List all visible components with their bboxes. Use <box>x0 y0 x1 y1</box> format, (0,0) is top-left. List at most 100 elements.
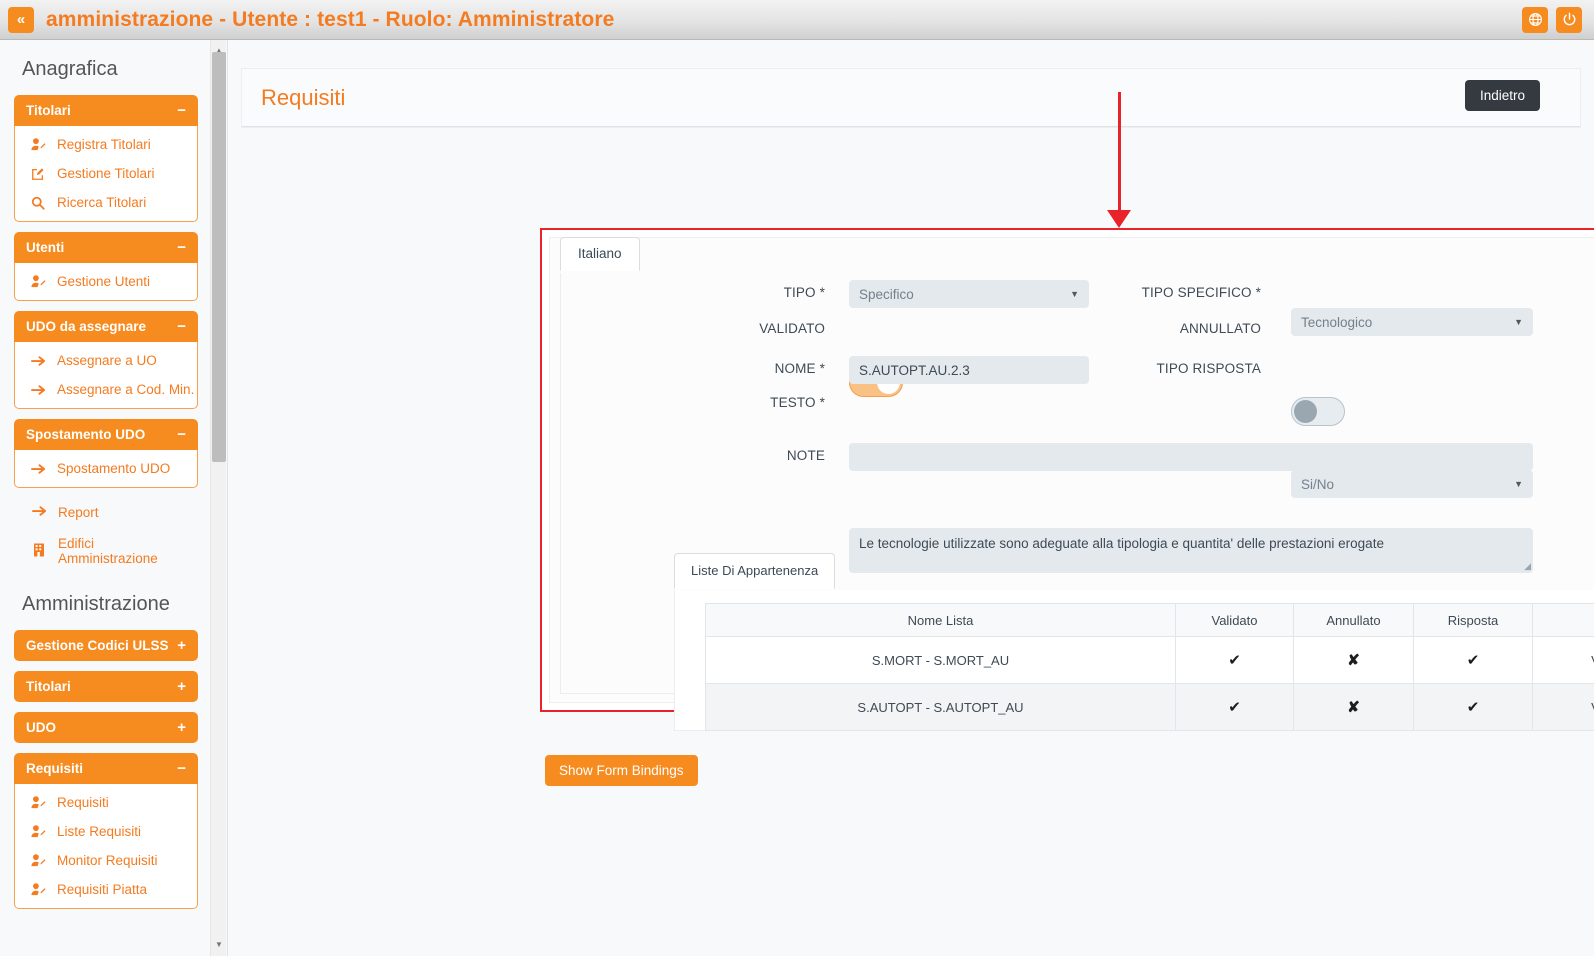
cell-risposta-check-icon: ✔ <box>1413 683 1533 731</box>
sidebar-group-header-titolari-admin[interactable]: Titolari + <box>14 671 198 702</box>
label-nome: NOME * <box>774 361 825 376</box>
sidebar-group-header-requisiti[interactable]: Requisiti − <box>14 753 198 784</box>
tipo-risposta-select[interactable]: Si/No ▼ <box>1291 470 1533 498</box>
sidebar-item-label: Requisiti Piatta <box>57 882 148 897</box>
label-note: NOTE <box>786 448 825 463</box>
sidebar-group-header-udo[interactable]: UDO + <box>14 712 198 743</box>
sidebar-item-assegnare-a-uo[interactable]: Assegnare a UO <box>15 346 197 375</box>
nome-input[interactable]: S.AUTOPT.AU.2.3 <box>849 356 1089 384</box>
sidebar-item-label: Edifici Amministrazione <box>58 536 158 566</box>
label-validato: VALIDATO <box>759 321 825 336</box>
label-testo: TESTO * <box>770 395 825 410</box>
column-header-validato: Validato <box>1175 603 1294 637</box>
plus-icon: + <box>177 719 186 736</box>
sidebar-item-gestione-utenti[interactable]: Gestione Utenti <box>15 267 197 296</box>
sidebar-group-body-requisiti: Requisiti Liste Requisiti Monitor Requis… <box>14 784 198 909</box>
sidebar-group-header-udo-da-assegnare[interactable]: UDO da assegnare − <box>14 311 198 342</box>
liste-di-appartenenza-section: Liste Di Appartenenza Nome Lista Validat… <box>674 553 1594 731</box>
building-icon <box>30 543 48 560</box>
chevron-down-icon: ▼ <box>1514 317 1523 327</box>
sidebar-group-gestione-codici-ulss: Gestione Codici ULSS + <box>14 630 198 661</box>
sidebar-group-udo-da-assegnare: UDO da assegnare − Assegnare a UO Assegn… <box>14 311 198 409</box>
annotation-arrow-head <box>1107 210 1131 228</box>
sidebar-scroll-thumb[interactable] <box>212 52 226 462</box>
tipo-specifico-select[interactable]: Tecnologico ▼ <box>1291 308 1533 336</box>
cell-nome-lista: S.MORT - S.MORT_AU <box>705 636 1176 684</box>
sidebar-scrollbar[interactable]: ▲ ▼ <box>210 40 226 956</box>
sidebar-item-report[interactable]: Report <box>14 498 198 527</box>
power-icon[interactable] <box>1556 6 1582 33</box>
column-header-nome-lista: Nome Lista <box>705 603 1176 637</box>
sidebar-item-registra-titolari[interactable]: Registra Titolari <box>15 130 197 159</box>
user-edit-icon <box>29 796 47 809</box>
sidebar-heading-amministrazione: Amministrazione <box>22 593 170 615</box>
liste-table: Nome Lista Validato Annullato Risposta S… <box>705 603 1594 731</box>
requisito-form-highlight: Italiano TIPO * Specifico ▼ TIPO SPECIFI… <box>540 228 1594 731</box>
sidebar-group-header-titolari[interactable]: Titolari − <box>14 95 198 126</box>
column-header-actions <box>1532 603 1594 637</box>
cell-nome-lista: S.AUTOPT - S.AUTOPT_AU <box>705 683 1176 731</box>
chevron-down-icon: ▼ <box>1514 479 1523 489</box>
tipo-risposta-select-value: Si/No <box>1301 476 1335 492</box>
sidebar-item-spostamento-udo[interactable]: Spostamento UDO <box>15 454 197 483</box>
user-edit-icon <box>29 854 47 867</box>
vai-link[interactable]: Vai <box>1532 636 1594 684</box>
page-card: Requisiti <box>241 68 1581 128</box>
sidebar-item-liste-requisiti[interactable]: Liste Requisiti <box>15 817 197 846</box>
sidebar-collapse-button[interactable]: « <box>8 6 34 33</box>
tipo-select-value: Specifico <box>859 286 914 302</box>
globe-icon[interactable] <box>1522 6 1548 33</box>
page-header: Requisiti <box>242 69 1580 127</box>
sidebar-item-label: Report <box>58 505 99 520</box>
sidebar-heading-anagrafica: Anagrafica <box>22 58 118 80</box>
note-input[interactable] <box>849 443 1533 471</box>
sidebar-item-requisiti-piatta[interactable]: Requisiti Piatta <box>15 875 197 904</box>
liste-panel: Nome Lista Validato Annullato Risposta S… <box>674 590 1594 731</box>
sidebar-item-gestione-titolari[interactable]: Gestione Titolari <box>15 159 197 188</box>
minus-icon: − <box>177 102 186 119</box>
show-form-bindings-button[interactable]: Show Form Bindings <box>545 755 698 786</box>
app-title: amministrazione - Utente : test1 - Ruolo… <box>46 7 615 31</box>
search-icon <box>29 196 47 210</box>
sidebar-content: Anagrafica Titolari − Registra Titolari <box>0 40 212 956</box>
arrow-right-icon <box>29 463 47 475</box>
tipo-select[interactable]: Specifico ▼ <box>849 280 1089 308</box>
sidebar-group-header-utenti[interactable]: Utenti − <box>14 232 198 263</box>
tab-liste-di-appartenenza[interactable]: Liste Di Appartenenza <box>674 553 836 589</box>
form-language-panel: TIPO * Specifico ▼ TIPO SPECIFICO * Tecn… <box>560 273 1594 731</box>
sidebar-item-label: Liste Requisiti <box>57 824 142 839</box>
user-edit-icon <box>29 138 47 151</box>
sidebar-group-label: Spostamento UDO <box>26 427 146 442</box>
table-header-row: Nome Lista Validato Annullato Risposta <box>705 603 1594 637</box>
cell-validato-check-icon: ✔ <box>1175 636 1294 684</box>
annullato-toggle[interactable] <box>1291 397 1345 426</box>
tab-italiano[interactable]: Italiano <box>560 237 640 271</box>
sidebar-item-label: Monitor Requisiti <box>57 853 158 868</box>
sidebar-group-titolari: Titolari − Registra Titolari Gestione Ti… <box>14 95 198 222</box>
sidebar-group-body-spostamento-udo: Spostamento UDO <box>14 450 198 488</box>
scroll-down-icon[interactable]: ▼ <box>211 936 227 952</box>
sidebar-group-body-titolari: Registra Titolari Gestione Titolari Rice… <box>14 126 198 222</box>
sidebar-item-monitor-requisiti[interactable]: Monitor Requisiti <box>15 846 197 875</box>
sidebar-item-label: Assegnare a Cod. Min. <box>57 382 195 397</box>
double-chevron-left-icon: « <box>16 11 26 28</box>
column-header-risposta: Risposta <box>1413 603 1533 637</box>
arrow-right-icon <box>29 384 47 396</box>
column-header-annullato: Annullato <box>1293 603 1414 637</box>
user-edit-icon <box>29 275 47 288</box>
sidebar-group-header-gestione-codici-ulss[interactable]: Gestione Codici ULSS + <box>14 630 198 661</box>
vai-link[interactable]: Vai <box>1532 683 1594 731</box>
sidebar-item-label: Gestione Utenti <box>57 274 151 289</box>
sidebar-item-requisiti[interactable]: Requisiti <box>15 788 197 817</box>
sidebar-group-header-spostamento-udo[interactable]: Spostamento UDO − <box>14 419 198 450</box>
sidebar-item-label: Requisiti <box>57 795 109 810</box>
sidebar-group-udo: UDO + <box>14 712 198 743</box>
sidebar-group-label: Requisiti <box>26 761 84 776</box>
sidebar-item-edifici-amministrazione[interactable]: Edifici Amministrazione <box>14 529 198 573</box>
minus-icon: − <box>177 426 186 443</box>
sidebar-item-assegnare-a-cod-min[interactable]: Assegnare a Cod. Min. <box>15 375 197 404</box>
sidebar-item-ricerca-titolari[interactable]: Ricerca Titolari <box>15 188 197 217</box>
user-edit-icon <box>29 825 47 838</box>
back-button[interactable]: Indietro <box>1464 80 1540 111</box>
page-title: Requisiti <box>261 84 346 110</box>
